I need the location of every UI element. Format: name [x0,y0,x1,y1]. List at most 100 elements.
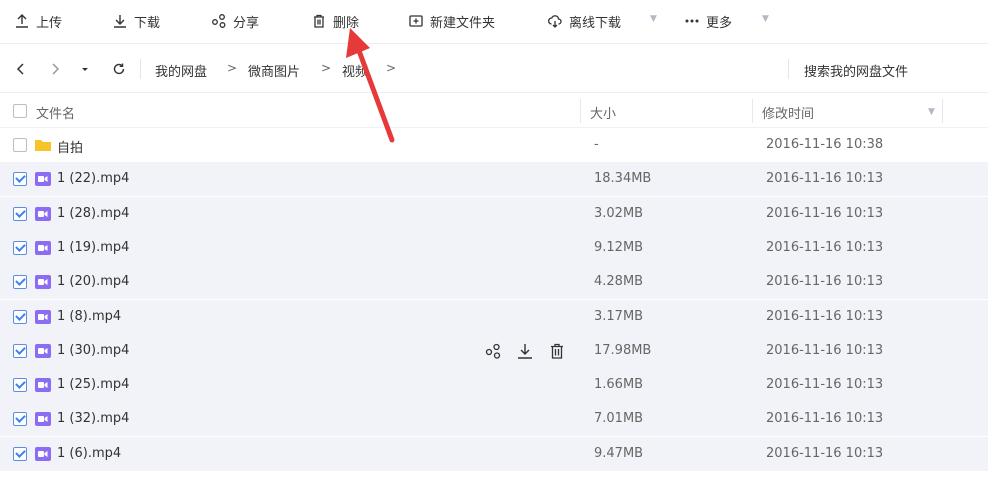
video-file-icon [35,275,51,290]
table-row[interactable]: 1 (22).mp4 18.34MB 2016-11-16 10:13 [0,162,988,197]
more-button[interactable]: 更多 [684,10,732,32]
file-size: 18.34MB [594,171,652,187]
table-row[interactable]: 1 (6).mp4 9.47MB 2016-11-16 10:13 [0,436,988,471]
row-checkbox[interactable] [13,343,27,358]
search-drive-button[interactable]: 搜索我的网盘文件 [804,61,908,80]
file-size: 17.98MB [594,342,652,358]
column-resize-handle[interactable] [942,99,943,123]
trash-icon [314,14,324,28]
file-size: 7.01MB [594,411,644,427]
video-file-icon [35,172,51,187]
column-resize-handle[interactable] [752,99,753,123]
table-row[interactable]: 1 (28).mp4 3.02MB 2016-11-16 10:13 [0,196,988,231]
new-folder-label: 新建文件夹 [430,15,496,31]
breadcrumb-item-root[interactable]: 我的网盘 [155,61,207,80]
table-row[interactable]: 1 (25).mp4 1.66MB 2016-11-16 10:13 [0,368,988,403]
table-row[interactable]: 1 (8).mp4 3.17MB 2016-11-16 10:13 [0,299,988,334]
breadcrumb-item-folder[interactable]: 微商图片 [248,61,300,80]
divider [788,59,789,79]
file-name[interactable]: 1 (8).mp4 [57,309,121,324]
download-icon [114,15,126,28]
row-checkbox[interactable] [13,138,27,152]
file-name[interactable]: 自拍 [57,137,83,156]
file-modified-date: 2016-11-16 10:13 [766,377,884,393]
download-button[interactable]: 下载 [112,10,160,32]
file-name[interactable]: 1 (25).mp4 [57,377,129,392]
file-modified-date: 2016-11-16 10:13 [766,239,884,255]
file-size: 9.12MB [594,239,644,255]
history-dropdown-button[interactable] [76,60,94,78]
forward-button[interactable] [46,60,64,78]
row-share-icon[interactable] [484,342,502,360]
row-checkbox[interactable] [13,206,27,221]
column-resize-handle[interactable] [580,99,581,123]
sort-caret-icon[interactable]: ▼ [928,107,935,117]
upload-button[interactable]: 上传 [14,10,62,32]
back-button[interactable] [12,60,30,78]
file-modified-date: 2016-11-16 10:13 [766,308,884,324]
table-row[interactable]: 1 (20).mp4 4.28MB 2016-11-16 10:13 [0,265,988,300]
file-modified-date: 2016-11-16 10:13 [766,342,884,358]
row-checkbox[interactable] [13,172,27,187]
refresh-icon [113,63,125,75]
row-checkbox[interactable] [13,378,27,393]
row-checkbox[interactable] [13,309,27,324]
row-download-icon[interactable] [516,342,534,360]
file-size: 3.02MB [594,205,644,221]
breadcrumb-item-current[interactable]: 视频 [342,61,368,80]
video-file-icon [35,206,51,221]
row-actions [484,342,566,360]
table-row[interactable]: 自拍 - 2016-11-16 10:38 [0,128,988,162]
row-checkbox[interactable] [13,446,27,461]
column-header-modified[interactable]: 修改时间 [762,103,814,122]
select-all-checkbox[interactable] [13,104,27,118]
file-name[interactable]: 1 (28).mp4 [57,206,129,221]
file-modified-date: 2016-11-16 10:13 [766,171,884,187]
offline-download-button[interactable]: 离线下载 [547,10,621,32]
file-name[interactable]: 1 (30).mp4 [57,343,129,358]
share-icon [212,14,226,28]
file-name[interactable]: 1 (19).mp4 [57,240,129,255]
cloud-download-icon [548,15,562,28]
breadcrumb-separator: > [386,61,397,75]
new-folder-button[interactable]: 新建文件夹 [408,10,495,32]
file-name[interactable]: 1 (20).mp4 [57,274,129,289]
download-label: 下载 [134,15,161,31]
row-trash-icon[interactable] [548,342,566,360]
file-name[interactable]: 1 (32).mp4 [57,411,129,426]
file-name[interactable]: 1 (6).mp4 [57,446,121,461]
row-checkbox[interactable] [13,275,27,290]
file-modified-date: 2016-11-16 10:13 [766,411,884,427]
new-folder-icon [409,15,423,27]
more-caret-icon[interactable]: ▼ [762,14,769,24]
column-header-size[interactable]: 大小 [590,103,616,122]
video-file-icon [35,240,51,255]
file-modified-date: 2016-11-16 10:13 [766,205,884,221]
refresh-button[interactable] [110,60,128,78]
path-bar: 我的网盘 > 微商图片 > 视频 > 搜索我的网盘文件 [0,45,988,93]
video-file-icon [35,412,51,427]
breadcrumb-separator: > [227,61,238,75]
video-file-icon [35,343,51,358]
table-row[interactable]: 1 (30).mp4 17.98MB 2016-11-16 10:13 [0,333,988,368]
file-modified-date: 2016-11-16 10:38 [766,137,884,152]
delete-button[interactable]: 删除 [311,10,359,32]
table-row[interactable]: 1 (19).mp4 9.12MB 2016-11-16 10:13 [0,230,988,265]
video-file-icon [35,378,51,393]
column-header-name[interactable]: 文件名 [36,103,75,122]
row-checkbox[interactable] [13,412,27,427]
file-size: 4.28MB [594,274,644,290]
upload-label: 上传 [36,15,63,31]
chevron-right-icon [52,63,60,75]
file-name[interactable]: 1 (22).mp4 [57,171,129,186]
file-table-header: 文件名 大小 修改时间 ▼ [0,94,988,128]
table-row[interactable]: 1 (32).mp4 7.01MB 2016-11-16 10:13 [0,402,988,437]
share-button[interactable]: 分享 [211,10,259,32]
offline-download-caret-icon[interactable]: ▼ [650,14,657,24]
delete-label: 删除 [333,15,360,31]
offline-download-label: 离线下载 [569,15,622,31]
file-modified-date: 2016-11-16 10:13 [766,445,884,461]
file-size: 3.17MB [594,308,644,324]
divider [140,59,141,79]
row-checkbox[interactable] [13,240,27,255]
